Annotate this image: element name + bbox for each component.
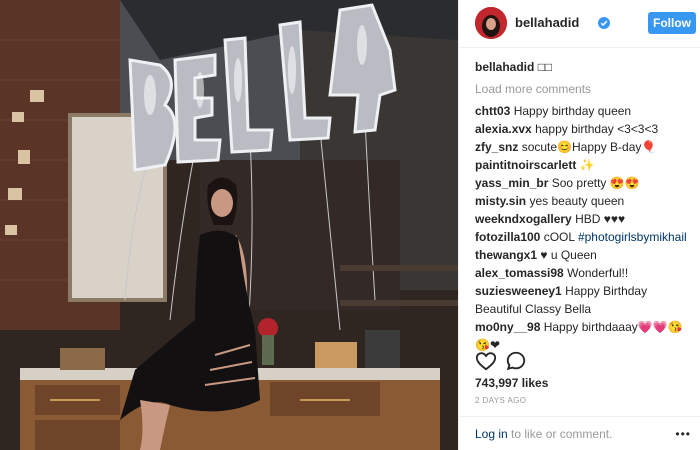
comment-text: ♥ u Queen <box>540 248 597 262</box>
comment-username[interactable]: mo0ny__98 <box>475 320 540 334</box>
comment-item: yass_min_br Soo pretty 😍😍 <box>475 174 697 192</box>
comment-username[interactable]: alexia.xvx <box>475 122 532 136</box>
post-photo[interactable] <box>0 0 458 450</box>
comment-item: fotozilla100 cOOL #photogirlsbymikhail <box>475 228 697 246</box>
comment-item: weekndxogallery HBD ♥♥♥ <box>475 210 697 228</box>
comment-icon[interactable] <box>505 350 527 372</box>
follow-button[interactable]: Follow <box>648 12 696 34</box>
comment-username[interactable]: misty.sin <box>475 194 526 208</box>
post-date[interactable]: 2 DAYS AGO <box>475 396 526 405</box>
comment-text: Happy birthday queen <box>513 104 632 118</box>
comment-username[interactable]: fotozilla100 <box>475 230 540 244</box>
more-options-icon[interactable]: ••• <box>675 427 691 441</box>
comment-item: alex_tomassi98 Wonderful!! <box>475 264 697 282</box>
username-link[interactable]: bellahadid <box>515 15 579 30</box>
photo-scene <box>0 0 458 450</box>
comment-text: happy birthday <3<3<3 <box>535 122 659 136</box>
comment-item: misty.sin yes beauty queen <box>475 192 697 210</box>
comment-text: HBD ♥♥♥ <box>575 212 626 226</box>
comment-item: suziesweeney1 Happy Birthday Beautiful C… <box>475 282 697 318</box>
comment-username[interactable]: thewangx1 <box>475 248 537 262</box>
comment-item: chtt03 Happy birthday queen <box>475 102 697 120</box>
comment-item: thewangx1 ♥ u Queen <box>475 246 697 264</box>
comment-username[interactable]: suziesweeney1 <box>475 284 562 298</box>
comment-item: alexia.xvx happy birthday <3<3<3 <box>475 120 697 138</box>
hashtag-link[interactable]: #photogirlsbymikhail <box>578 230 687 244</box>
post-header: bellahadid Follow <box>459 0 700 48</box>
comment-username[interactable]: alex_tomassi98 <box>475 266 564 280</box>
post-actions <box>475 350 695 372</box>
comment-text: socute😊Happy B-day🎈 <box>521 140 657 154</box>
comment-item: zfy_snz socute😊Happy B-day🎈 <box>475 138 697 156</box>
comment-text: Soo pretty 😍😍 <box>551 176 640 190</box>
avatar-image <box>475 7 507 39</box>
login-link[interactable]: Log in <box>475 427 508 441</box>
comment-text: yes beauty queen <box>529 194 625 208</box>
comment-footer: Log in to like or comment. ••• <box>459 416 700 450</box>
comment-text: ✨ <box>579 158 595 172</box>
post-side-panel: bellahadid Follow bellahadid □□ Load mor… <box>458 0 700 450</box>
login-prompt-text: to like or comment. <box>507 427 613 441</box>
comments-list: bellahadid □□ Load more comments chtt03 … <box>475 58 697 354</box>
comment-username[interactable]: weekndxogallery <box>475 212 572 226</box>
caption-text: □□ <box>537 60 553 74</box>
heart-icon[interactable] <box>475 350 497 372</box>
comment-username[interactable]: zfy_snz <box>475 140 518 154</box>
login-prompt: Log in to like or comment. <box>475 427 612 441</box>
verified-badge-icon <box>598 16 610 29</box>
comment-item: mo0ny__98 Happy birthdaaay💗💗😘😘❤ <box>475 318 697 354</box>
comment-text: Wonderful!! <box>567 266 629 280</box>
comment-username[interactable]: chtt03 <box>475 104 510 118</box>
caption-username[interactable]: bellahadid <box>475 60 534 74</box>
comment-username[interactable]: yass_min_br <box>475 176 548 190</box>
post-caption: bellahadid □□ <box>475 58 697 76</box>
load-more-comments-link[interactable]: Load more comments <box>475 80 697 98</box>
comment-username[interactable]: paintitnoirscarlett <box>475 158 576 172</box>
likes-count[interactable]: 743,997 likes <box>475 376 548 390</box>
comment-text: cOOL <box>543 230 578 244</box>
comment-item: paintitnoirscarlett ✨ <box>475 156 697 174</box>
avatar[interactable] <box>475 7 507 39</box>
